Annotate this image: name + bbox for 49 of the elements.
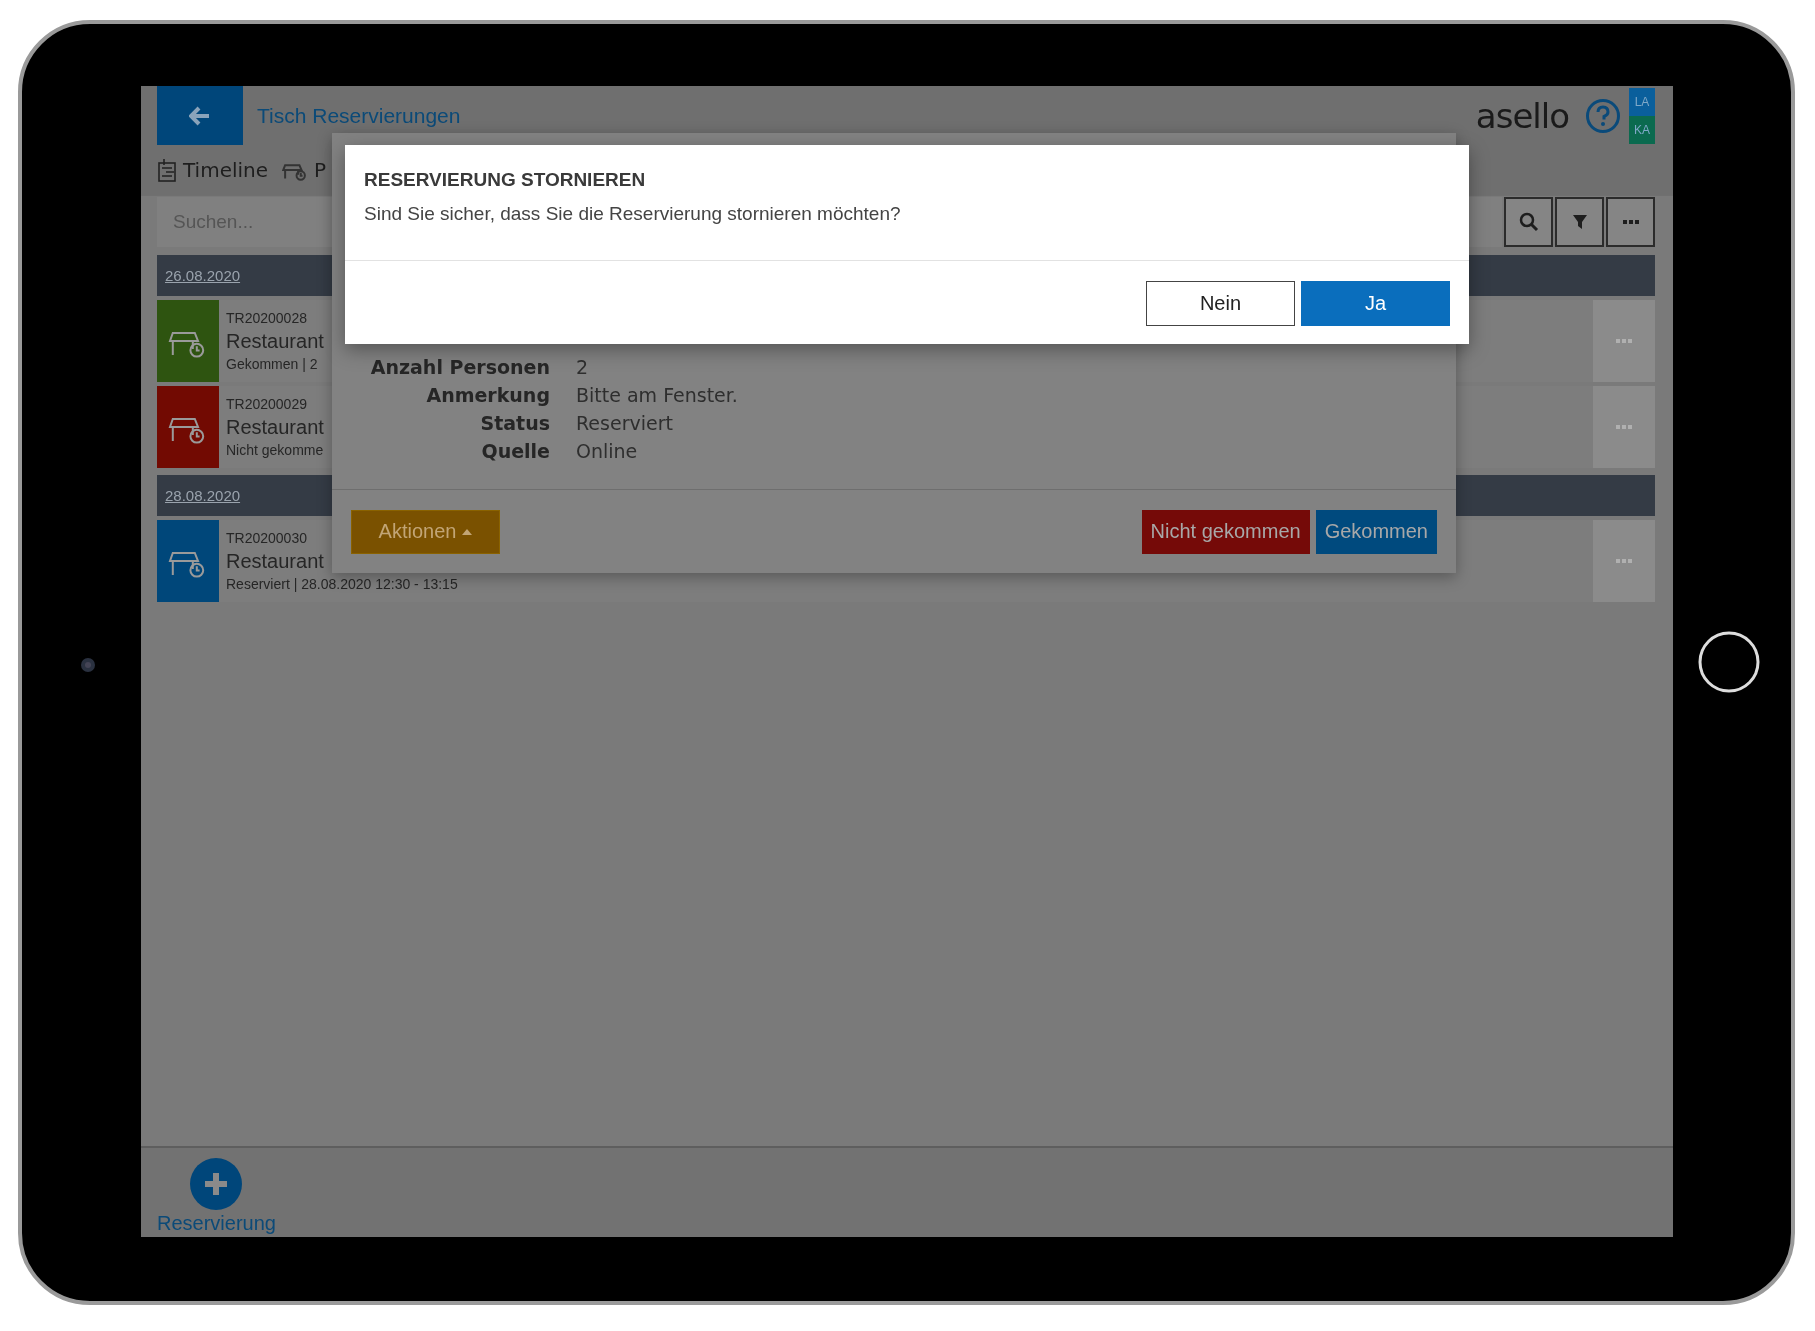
back-button[interactable] [157, 86, 243, 145]
reservation-number: TR20200029 [226, 395, 307, 413]
dialog-button[interactable]: Nein [1146, 281, 1295, 326]
dialog-message: Sind Sie sicher, dass Sie die Reservierung stornieren möchten? [364, 203, 902, 225]
date-link[interactable]: 28.08.2020 [165, 487, 241, 504]
caret-up-icon [462, 528, 473, 535]
more-icon [1616, 338, 1632, 344]
plus-icon [190, 1158, 243, 1210]
field-label: Quelle [480, 440, 550, 462]
camera-icon [80, 657, 96, 673]
field-label: Status [479, 412, 550, 434]
reservation-details: Gekommen | 2 [226, 355, 318, 373]
reservation-number: TR20200030 [226, 529, 307, 547]
field-value: Reserviert [576, 412, 674, 434]
field-label: Anzahl Personen [369, 356, 550, 378]
status-button[interactable]: Gekommen [1315, 509, 1437, 554]
user-badge[interactable]: LA [1629, 87, 1655, 116]
filter-button[interactable] [1555, 197, 1604, 247]
reservation-details: Nicht gekomme [226, 441, 324, 459]
more-button[interactable] [1606, 197, 1655, 247]
reservation-name: Restaurant [226, 549, 324, 573]
help-icon [1585, 97, 1621, 134]
timeline-icon [157, 158, 177, 182]
search-icon [1518, 212, 1539, 232]
more-icon [1616, 558, 1632, 564]
reservation-details: Reserviert | 28.08.2020 12:30 - 13:15 [226, 575, 458, 593]
user-badge[interactable]: KA [1629, 115, 1655, 144]
tab[interactable]: P [282, 158, 327, 182]
back-arrow-icon [189, 105, 211, 126]
logo: asello [1475, 95, 1569, 136]
filter-icon [1571, 214, 1588, 230]
tab[interactable]: Timeline [157, 158, 269, 182]
search-button[interactable] [1504, 197, 1553, 247]
page-title: Tisch Reservierungen [257, 103, 462, 128]
field-value: 2 [576, 356, 590, 378]
reservation-number: TR20200028 [226, 309, 307, 327]
status-button[interactable]: Nicht gekommen [1141, 509, 1310, 554]
home-button-icon [1697, 630, 1761, 694]
reservation-name: Restaurant [226, 415, 324, 439]
field-value: Bitte am Fenster. [576, 384, 739, 406]
field-label: Anmerkung [425, 384, 550, 406]
more-icon [1622, 219, 1639, 225]
dialog-button[interactable]: Ja [1301, 281, 1450, 326]
actions-dropdown[interactable]: Aktionen [351, 509, 500, 554]
reservation-name: Restaurant [226, 329, 324, 353]
dialog-title: RESERVIERUNG STORNIEREN [364, 169, 647, 191]
field-value: Online [576, 440, 639, 462]
more-icon [1616, 424, 1632, 430]
date-link[interactable]: 26.08.2020 [165, 267, 241, 284]
